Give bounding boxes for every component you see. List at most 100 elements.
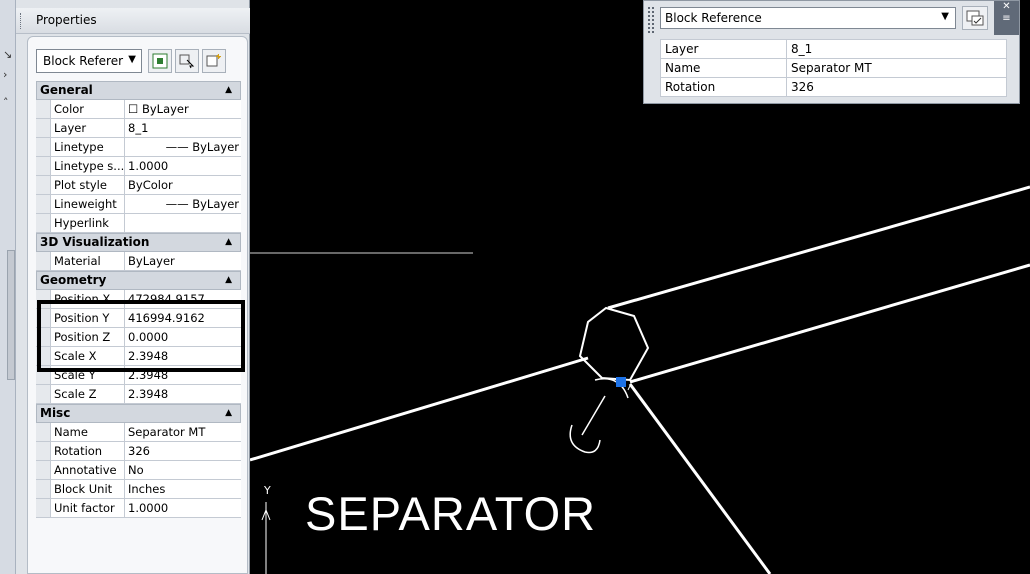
- property-row[interactable]: Linetype —— ByLayer: [36, 138, 241, 157]
- section-title: Geometry: [40, 273, 107, 287]
- qp-customize-button[interactable]: [962, 6, 988, 30]
- pipe-line-right-upper: [607, 185, 1030, 310]
- property-row[interactable]: Position Z 0.0000: [36, 328, 241, 347]
- property-value[interactable]: —— ByLayer: [125, 138, 241, 156]
- close-icon[interactable]: ✕: [994, 1, 1019, 13]
- property-value[interactable]: 2.3948: [125, 385, 241, 403]
- property-row[interactable]: Rotation 326: [36, 442, 241, 461]
- insertion-grip[interactable]: [616, 377, 626, 387]
- property-row[interactable]: Scale X 2.3948: [36, 347, 241, 366]
- property-value[interactable]: 0.0000: [125, 328, 241, 346]
- property-row[interactable]: Lineweight —— ByLayer: [36, 195, 241, 214]
- edge-scrollbar[interactable]: [7, 250, 15, 380]
- row-gutter: [36, 461, 51, 479]
- property-name: Annotative: [51, 461, 125, 479]
- property-name: Color: [51, 100, 125, 118]
- chevron-down-icon: ▼: [128, 54, 136, 65]
- property-row[interactable]: Hyperlink: [36, 214, 241, 233]
- qp-row[interactable]: Rotation 326: [660, 77, 1007, 97]
- object-type-dropdown[interactable]: Block Referer ▼: [36, 49, 142, 73]
- property-value[interactable]: 416994.9162: [125, 309, 241, 327]
- property-row[interactable]: Block Unit Inches: [36, 480, 241, 499]
- property-value[interactable]: 2.3948: [125, 366, 241, 384]
- property-value[interactable]: 2.3948: [125, 347, 241, 365]
- section-header-3d-visualization[interactable]: 3D Visualization ▲: [36, 233, 241, 252]
- property-value[interactable]: 1.0000: [125, 157, 241, 175]
- qp-property-name: Rotation: [660, 77, 787, 97]
- palette-grip[interactable]: [20, 13, 23, 29]
- section-header-misc[interactable]: Misc ▲: [36, 404, 241, 423]
- separator-arc: [627, 385, 631, 391]
- row-gutter: [36, 157, 51, 175]
- row-gutter: [36, 385, 51, 403]
- property-name: Block Unit: [51, 480, 125, 498]
- separator-label[interactable]: SEPARATOR: [305, 486, 596, 541]
- collapse-icon[interactable]: ▲: [225, 405, 232, 422]
- qp-property-value[interactable]: 326: [786, 77, 1007, 97]
- edge-arrow-icon[interactable]: ↘: [3, 48, 12, 61]
- qp-grip[interactable]: [648, 7, 654, 33]
- qp-property-value[interactable]: Separator MT: [786, 58, 1007, 78]
- property-value[interactable]: —— ByLayer: [125, 195, 241, 213]
- property-name: Scale Z: [51, 385, 125, 403]
- property-value[interactable]: 472984.9157: [125, 290, 241, 308]
- collapse-icon[interactable]: ▲: [225, 234, 232, 251]
- property-sections: General ▲ Color ☐ ByLayer Layer 8_1 Linetype ——…: [36, 81, 241, 518]
- collapse-icon[interactable]: ▲: [225, 82, 232, 99]
- toggle-pickadd-button[interactable]: [148, 49, 172, 73]
- select-objects-button[interactable]: [175, 49, 199, 73]
- property-row[interactable]: Plot style ByColor: [36, 176, 241, 195]
- row-gutter: [36, 252, 51, 270]
- row-gutter: [36, 309, 51, 327]
- property-row[interactable]: Name Separator MT: [36, 423, 241, 442]
- property-value[interactable]: ☐ ByLayer: [125, 100, 241, 118]
- property-row[interactable]: Position Y 416994.9162: [36, 309, 241, 328]
- property-row[interactable]: Layer 8_1: [36, 119, 241, 138]
- row-gutter: [36, 347, 51, 365]
- property-name: Scale Y: [51, 366, 125, 384]
- qp-table: Layer 8_1 Name Separator MT Rotation 326: [660, 39, 1007, 97]
- customize-icon: [966, 10, 984, 26]
- property-row[interactable]: Scale Z 2.3948: [36, 385, 241, 404]
- property-value[interactable]: 8_1: [125, 119, 241, 137]
- palette-title-bar[interactable]: Properties: [16, 8, 250, 34]
- row-gutter: [36, 480, 51, 498]
- section-title: 3D Visualization: [40, 235, 150, 249]
- property-value[interactable]: 1.0000: [125, 499, 241, 517]
- qp-row[interactable]: Layer 8_1: [660, 39, 1007, 59]
- collapse-icon[interactable]: ▲: [225, 272, 232, 289]
- qp-property-value[interactable]: 8_1: [786, 39, 1007, 59]
- property-name: Position Y: [51, 309, 125, 327]
- property-row[interactable]: Material ByLayer: [36, 252, 241, 271]
- property-name: Rotation: [51, 442, 125, 460]
- section-header-general[interactable]: General ▲: [36, 81, 241, 100]
- property-row[interactable]: Annotative No: [36, 461, 241, 480]
- property-row[interactable]: Color ☐ ByLayer: [36, 100, 241, 119]
- property-row[interactable]: Position X 472984.9157: [36, 290, 241, 309]
- property-value[interactable]: ByColor: [125, 176, 241, 194]
- edge-caret-icon[interactable]: ›: [3, 68, 7, 81]
- property-row[interactable]: Linetype s... 1.0000: [36, 157, 241, 176]
- quick-select-icon: [206, 54, 221, 67]
- property-row[interactable]: Scale Y 2.3948: [36, 366, 241, 385]
- property-value[interactable]: Separator MT: [125, 423, 241, 441]
- qp-side-strip[interactable]: ✕ ≡: [994, 1, 1019, 35]
- qp-object-value: Block Reference: [665, 11, 762, 25]
- diagonal-line: [628, 383, 772, 574]
- qp-row[interactable]: Name Separator MT: [660, 58, 1007, 78]
- property-value[interactable]: [125, 214, 241, 232]
- section-header-geometry[interactable]: Geometry ▲: [36, 271, 241, 290]
- property-value[interactable]: Inches: [125, 480, 241, 498]
- menu-icon[interactable]: ≡: [994, 13, 1019, 25]
- property-value[interactable]: ByLayer: [125, 252, 241, 270]
- row-gutter: [36, 328, 51, 346]
- property-name: Position X: [51, 290, 125, 308]
- qp-object-dropdown[interactable]: Block Reference ▼: [660, 7, 956, 29]
- section-title: Misc: [40, 406, 71, 420]
- row-gutter: [36, 195, 51, 213]
- quick-select-button[interactable]: [202, 49, 226, 73]
- property-row[interactable]: Unit factor 1.0000: [36, 499, 241, 518]
- property-value[interactable]: No: [125, 461, 241, 479]
- edge-up-icon[interactable]: ˄: [3, 96, 9, 109]
- property-value[interactable]: 326: [125, 442, 241, 460]
